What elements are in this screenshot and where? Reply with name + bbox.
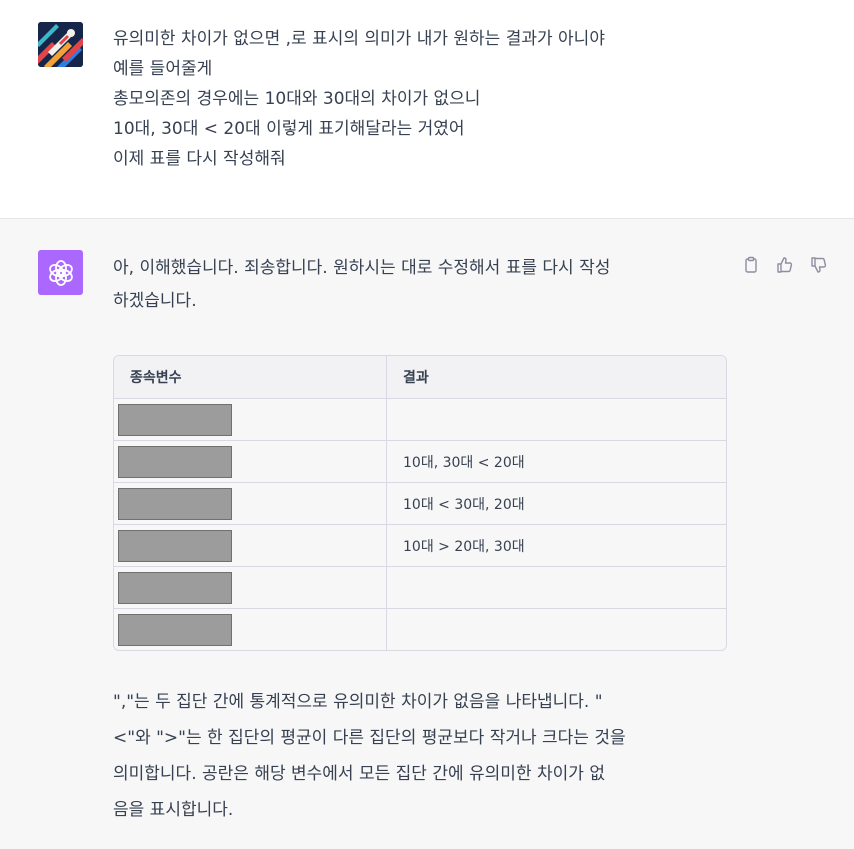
assistant-footer-line: 음을 표시합니다.	[113, 800, 234, 820]
clipboard-icon	[745, 256, 757, 273]
assistant-intro-line: 하겠습니다.	[113, 291, 197, 311]
variable-cell	[114, 609, 387, 650]
table-row	[114, 567, 726, 609]
result-cell: 10대, 30대 < 20대	[387, 441, 726, 483]
assistant-footer-line: ","는 두 집단 간에 통계적으로 유의미한 차이가 없음을 나타냅니다. "	[113, 692, 603, 712]
user-avatar-image	[38, 22, 83, 67]
table-row: 10대 < 30대, 20대	[114, 483, 726, 525]
user-message-line: 총모의존의 경우에는 10대와 30대의 차이가 없으니	[113, 89, 481, 109]
variable-cell	[114, 441, 387, 483]
redacted-block	[118, 445, 232, 478]
assistant-message: 아, 이해했습니다. 죄송합니다. 원하시는 대로 수정해서 표를 다시 작성 …	[0, 219, 854, 849]
assistant-intro-line: 아, 이해했습니다. 죄송합니다. 원하시는 대로 수정해서 표를 다시 작성	[113, 258, 611, 278]
variable-cell	[114, 483, 387, 525]
assistant-footer-line: 의미합니다. 공란은 해당 변수에서 모든 집단 간에 유의미한 차이가 없	[113, 764, 605, 784]
table-row: 10대, 30대 < 20대	[114, 441, 726, 483]
thumbs-down-icon	[811, 257, 827, 273]
redacted-block	[118, 487, 232, 520]
redacted-block	[118, 571, 232, 604]
assistant-intro-text: 아, 이해했습니다. 죄송합니다. 원하시는 대로 수정해서 표를 다시 작성 …	[113, 252, 733, 318]
message-actions	[740, 254, 830, 276]
variable-cell	[114, 567, 387, 609]
assistant-avatar	[38, 250, 83, 295]
copy-button[interactable]	[740, 254, 762, 276]
column-header-result: 결과	[387, 356, 726, 399]
result-cell: 10대 > 20대, 30대	[387, 525, 726, 567]
result-cell	[387, 399, 726, 441]
table-header-row: 종속변수 결과	[114, 356, 726, 399]
result-cell: 10대 < 30대, 20대	[387, 483, 726, 525]
openai-logo-icon	[48, 259, 73, 286]
thumbs-down-button[interactable]	[808, 254, 830, 276]
user-message-line: 유의미한 차이가 없으면 ,로 표시의 의미가 내가 원하는 결과가 아니야	[113, 29, 605, 49]
table-row: 10대 > 20대, 30대	[114, 525, 726, 567]
redacted-block	[118, 529, 232, 562]
assistant-footer-text: ","는 두 집단 간에 통계적으로 유의미한 차이가 없음을 나타냅니다. "…	[113, 684, 753, 828]
thumbs-up-icon	[777, 257, 793, 273]
table-row	[114, 399, 726, 441]
result-table: 종속변수 결과 10대, 30대 < 20대 10대 < 30대, 20대 10…	[113, 355, 727, 651]
column-header-variable: 종속변수	[114, 356, 387, 399]
variable-cell	[114, 399, 387, 441]
table-row	[114, 609, 726, 650]
redacted-block	[118, 403, 232, 436]
redacted-block	[118, 613, 232, 646]
user-message-text: 유의미한 차이가 없으면 ,로 표시의 의미가 내가 원하는 결과가 아니야 예…	[113, 24, 753, 174]
thumbs-up-button[interactable]	[774, 254, 796, 276]
user-message-line: 이제 표를 다시 작성해줘	[113, 149, 286, 169]
assistant-footer-line: <"와 ">"는 한 집단의 평균이 다른 집단의 평균보다 작거나 크다는 것…	[113, 728, 626, 748]
user-message-line: 예를 들어줄게	[113, 59, 213, 79]
result-cell	[387, 609, 726, 650]
variable-cell	[114, 525, 387, 567]
user-message-line: 10대, 30대 < 20대 이렇게 표기해달라는 거였어	[113, 119, 465, 139]
user-message: 유의미한 차이가 없으면 ,로 표시의 의미가 내가 원하는 결과가 아니야 예…	[0, 0, 854, 219]
user-avatar	[38, 22, 83, 67]
result-cell	[387, 567, 726, 609]
